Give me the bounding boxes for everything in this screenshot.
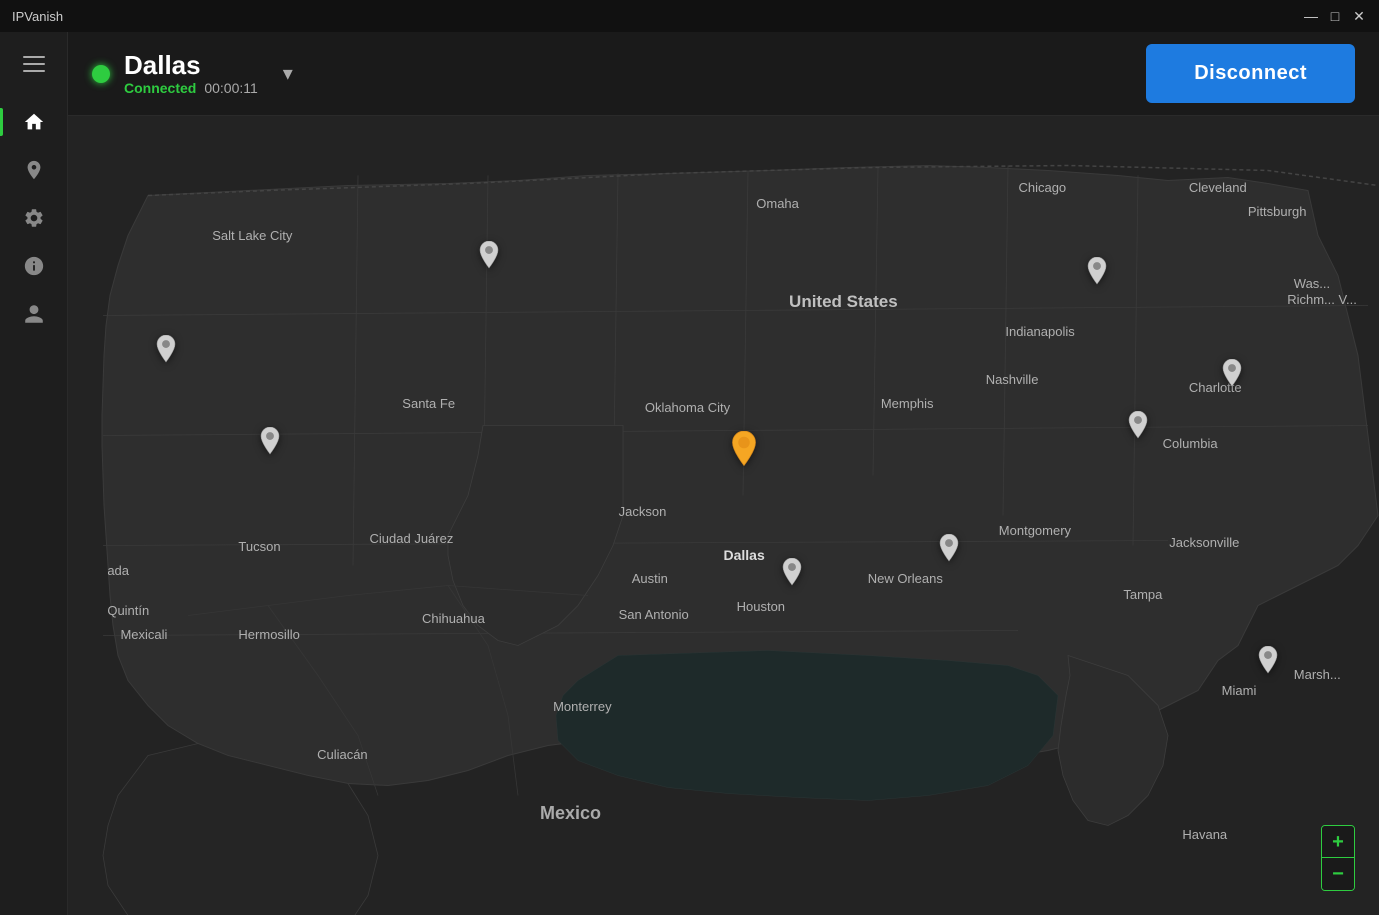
close-button[interactable]: ✕ (1351, 8, 1367, 24)
map-pin-new-orleans[interactable] (935, 534, 963, 575)
connection-header: Dallas Connected 00:00:11 ▾ Disconnect (68, 32, 1379, 116)
connection-timer: 00:00:11 (204, 80, 257, 96)
connection-status-row: Connected 00:00:11 (124, 80, 258, 96)
app-title: IPVanish (12, 9, 63, 24)
app-container: Dallas Connected 00:00:11 ▾ Disconnect (0, 32, 1379, 915)
account-icon (23, 303, 45, 325)
info-icon (23, 255, 45, 277)
hamburger-line-3 (23, 70, 45, 72)
map-svg (68, 116, 1379, 915)
map-pin-atlanta[interactable] (1124, 411, 1152, 452)
hamburger-menu[interactable] (14, 44, 54, 84)
zoom-out-button[interactable]: − (1322, 858, 1354, 890)
sidebar (0, 32, 68, 915)
map-pin-las-vegas[interactable] (152, 335, 180, 376)
map-pin-dallas[interactable] (726, 431, 762, 482)
hamburger-line-1 (23, 56, 45, 58)
connection-status-indicator (92, 65, 110, 83)
home-icon (23, 111, 45, 133)
window-controls: — □ ✕ (1303, 8, 1367, 24)
sidebar-item-location[interactable] (12, 148, 56, 192)
disconnect-button[interactable]: Disconnect (1146, 44, 1355, 103)
location-icon (23, 159, 45, 181)
maximize-button[interactable]: □ (1327, 8, 1343, 24)
main-content: Dallas Connected 00:00:11 ▾ Disconnect (68, 32, 1379, 915)
connection-info: Dallas Connected 00:00:11 (124, 51, 258, 96)
map-pin-denver[interactable] (475, 241, 503, 282)
hamburger-line-2 (23, 63, 45, 65)
map-pin-charlotte[interactable] (1218, 359, 1246, 400)
connected-city: Dallas (124, 51, 258, 80)
titlebar: IPVanish — □ ✕ (0, 0, 1379, 32)
map-container: Chicago Cleveland Omaha Pittsburgh Salt … (68, 116, 1379, 915)
settings-icon (23, 207, 45, 229)
sidebar-item-account[interactable] (12, 292, 56, 336)
map-pin-miami[interactable] (1254, 646, 1282, 687)
sidebar-item-home[interactable] (12, 100, 56, 144)
header-left: Dallas Connected 00:00:11 ▾ (92, 51, 1146, 96)
sidebar-item-settings[interactable] (12, 196, 56, 240)
connection-status-text: Connected (124, 80, 196, 96)
zoom-controls: + − (1321, 825, 1355, 891)
minimize-button[interactable]: — (1303, 8, 1319, 24)
sidebar-item-info[interactable] (12, 244, 56, 288)
map-pin-indianapolis[interactable] (1083, 257, 1111, 298)
sidebar-nav (12, 100, 56, 903)
map-pin-houston[interactable] (778, 558, 806, 599)
zoom-in-button[interactable]: + (1322, 826, 1354, 858)
location-dropdown-button[interactable]: ▾ (272, 58, 304, 90)
map-pin-phoenix[interactable] (256, 427, 284, 468)
